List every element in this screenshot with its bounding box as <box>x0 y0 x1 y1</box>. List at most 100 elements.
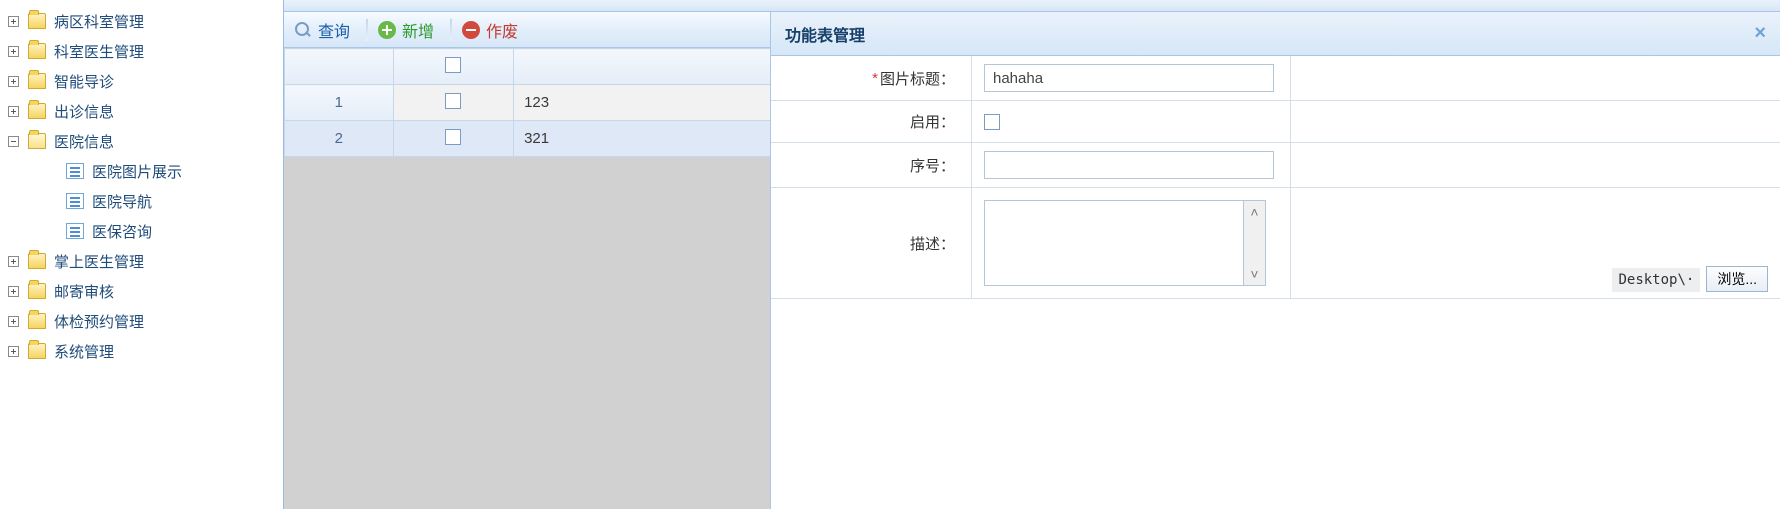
tree-folder-item[interactable]: 出诊信息 <box>0 96 283 126</box>
input-cell-seq <box>971 143 1291 187</box>
enable-checkbox[interactable] <box>984 114 1000 130</box>
tree-item-label: 医院图片展示 <box>92 161 182 182</box>
tree-item-label: 医保咨询 <box>92 221 152 242</box>
modal-titlebar: 功能表管理 × <box>771 12 1780 56</box>
expand-icon[interactable] <box>6 44 20 58</box>
search-icon <box>294 21 312 39</box>
input-cell-image-title <box>971 56 1291 100</box>
folder-icon <box>28 103 46 119</box>
right-cell <box>1291 143 1780 187</box>
folder-icon <box>28 43 46 59</box>
chevron-up-icon[interactable]: ˄ <box>1244 201 1265 223</box>
header-checkbox[interactable] <box>393 49 514 85</box>
folder-icon <box>28 133 46 149</box>
label-image-title: * 图片标题： <box>771 56 971 100</box>
label-text: 图片标题： <box>880 68 955 89</box>
void-button[interactable]: 作废 <box>462 18 518 42</box>
document-icon <box>66 193 84 209</box>
file-path-hint: Desktop\· <box>1612 268 1700 292</box>
textarea-scrollbar[interactable]: ˄ ˅ <box>1244 200 1266 286</box>
query-label: 查询 <box>318 18 350 42</box>
toolbar-separator <box>366 19 368 41</box>
label-desc: 描述： <box>771 188 971 298</box>
tree-item-label: 智能导诊 <box>54 71 114 92</box>
tree-child-item[interactable]: 医院导航 <box>0 186 283 216</box>
label-enable: 启用： <box>771 101 971 142</box>
tree-folder-item[interactable]: 掌上医生管理 <box>0 246 283 276</box>
tree-item-label: 医院导航 <box>92 191 152 212</box>
main-area: 查询 新增 作废 图片标题 启用 序号 1123✓1 <box>284 0 1780 509</box>
desc-textarea[interactable] <box>984 200 1244 286</box>
folder-icon <box>28 253 46 269</box>
checkbox-icon[interactable] <box>445 93 461 109</box>
tree-child-item[interactable]: 医院图片展示 <box>0 156 283 186</box>
input-cell-desc: ˄ ˅ <box>971 188 1291 298</box>
form: * 图片标题： 启用： 序号： <box>771 56 1780 509</box>
tree-child-item[interactable]: 医保咨询 <box>0 216 283 246</box>
row-checkbox-cell[interactable] <box>393 121 514 157</box>
modal-title: 功能表管理 <box>785 22 865 46</box>
add-button[interactable]: 新增 <box>378 18 434 42</box>
document-icon <box>66 223 84 239</box>
expand-icon[interactable] <box>6 254 20 268</box>
label-seq: 序号： <box>771 143 971 187</box>
right-cell-upload: Desktop\· 浏览... <box>1291 188 1780 298</box>
folder-icon <box>28 73 46 89</box>
expand-icon[interactable] <box>6 284 20 298</box>
collapse-icon[interactable] <box>6 134 20 148</box>
form-row-seq: 序号： <box>771 143 1780 188</box>
expand-icon[interactable] <box>6 344 20 358</box>
minus-icon <box>462 21 480 39</box>
folder-icon <box>28 343 46 359</box>
tree-folder-item[interactable]: 系统管理 <box>0 336 283 366</box>
folder-icon <box>28 13 46 29</box>
checkbox-icon[interactable] <box>445 129 461 145</box>
tab-strip <box>284 0 1780 12</box>
row-number: 1 <box>285 85 394 121</box>
form-row-desc: 描述： ˄ ˅ Desktop\· 浏览... <box>771 188 1780 299</box>
expand-icon[interactable] <box>6 14 20 28</box>
query-button[interactable]: 查询 <box>294 18 350 42</box>
expand-icon[interactable] <box>6 314 20 328</box>
tree-item-label: 系统管理 <box>54 341 114 362</box>
tree-folder-item[interactable]: 智能导诊 <box>0 66 283 96</box>
browse-button[interactable]: 浏览... <box>1706 266 1768 292</box>
tree-folder-item[interactable]: 体检预约管理 <box>0 306 283 336</box>
tree-folder-item[interactable]: 科室医生管理 <box>0 36 283 66</box>
label-text: 启用： <box>910 111 955 132</box>
seq-input[interactable] <box>984 151 1274 179</box>
required-mark: * <box>872 70 878 87</box>
tree-item-label: 科室医生管理 <box>54 41 144 62</box>
tree-folder-item[interactable]: 邮寄审核 <box>0 276 283 306</box>
tree-item-label: 掌上医生管理 <box>54 251 144 272</box>
expand-icon[interactable] <box>6 104 20 118</box>
row-number: 2 <box>285 121 394 157</box>
void-label: 作废 <box>486 18 518 42</box>
image-title-input[interactable] <box>984 64 1274 92</box>
tree-item-label: 体检预约管理 <box>54 311 144 332</box>
tree-folder-item[interactable]: 医院信息 <box>0 126 283 156</box>
label-text: 描述： <box>910 233 955 254</box>
chevron-down-icon[interactable]: ˅ <box>1244 263 1265 285</box>
form-row-image-title: * 图片标题： <box>771 56 1780 101</box>
modal-panel: 功能表管理 × * 图片标题： 启用： <box>770 12 1780 509</box>
right-cell <box>1291 101 1780 142</box>
row-checkbox-cell[interactable] <box>393 85 514 121</box>
tree-folder-item[interactable]: 病区科室管理 <box>0 6 283 36</box>
add-label: 新增 <box>402 18 434 42</box>
input-cell-enable <box>971 101 1291 142</box>
label-text: 序号： <box>910 155 955 176</box>
document-icon <box>66 163 84 179</box>
tree-item-label: 邮寄审核 <box>54 281 114 302</box>
tree-item-label: 病区科室管理 <box>54 11 144 32</box>
header-rownum <box>285 49 394 85</box>
sidebar-tree: 病区科室管理科室医生管理智能导诊出诊信息医院信息医院图片展示医院导航医保咨询掌上… <box>0 0 284 509</box>
toolbar-separator <box>450 19 452 41</box>
folder-icon <box>28 283 46 299</box>
checkbox-icon[interactable] <box>445 57 461 73</box>
tree-item-label: 医院信息 <box>54 131 114 152</box>
close-icon[interactable]: × <box>1754 22 1766 45</box>
expand-icon[interactable] <box>6 74 20 88</box>
plus-icon <box>378 21 396 39</box>
right-cell <box>1291 56 1780 100</box>
